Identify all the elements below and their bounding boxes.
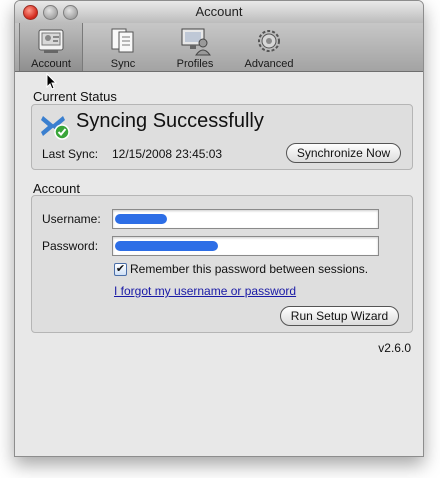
sync-docs-icon: [111, 28, 134, 53]
close-button[interactable]: [23, 5, 38, 20]
password-label: Password:: [42, 239, 99, 253]
tab-profiles[interactable]: Profiles: [165, 23, 225, 71]
zoom-button[interactable]: [63, 5, 78, 20]
profiles-icon: [181, 28, 211, 56]
account-panel: Username: Password: ✔ Remember this pass…: [31, 195, 413, 333]
last-sync-label: Last Sync:: [42, 147, 99, 161]
title-bar: Account: [15, 1, 423, 23]
forgot-credentials-link[interactable]: I forgot my username or password: [114, 284, 296, 298]
window-title: Account: [195, 4, 243, 19]
toolbar: Account Sync Profiles Advanced: [15, 23, 423, 72]
account-heading: Account: [33, 181, 80, 196]
username-redaction: [115, 214, 167, 224]
mouse-pointer-icon: [46, 73, 58, 90]
run-setup-wizard-button[interactable]: Run Setup Wizard: [280, 306, 399, 326]
preferences-window: Account Account Sync Profiles Advanced C…: [14, 0, 424, 457]
gear-icon: [258, 30, 280, 52]
sync-status-text: Syncing Successfully: [76, 110, 264, 132]
password-redaction: [115, 241, 218, 251]
tab-sync-label: Sync: [110, 58, 136, 70]
last-sync-value: 12/15/2008 23:45:03: [112, 147, 223, 161]
tab-profiles-label: Profiles: [176, 58, 214, 70]
version-label: v2.6.0: [378, 341, 411, 355]
synchronize-now-button[interactable]: Synchronize Now: [286, 143, 401, 163]
remember-password-label: Remember this password between sessions.: [130, 262, 369, 276]
tab-advanced-label: Advanced: [244, 58, 294, 70]
password-field[interactable]: [112, 236, 379, 256]
remember-password-checkbox[interactable]: ✔: [114, 263, 127, 276]
account-icon: [38, 29, 64, 53]
tab-account-label: Account: [31, 58, 71, 70]
tab-account[interactable]: Account: [19, 23, 83, 71]
current-status-heading: Current Status: [33, 89, 117, 104]
username-label: Username:: [42, 212, 101, 226]
tab-sync[interactable]: Sync: [95, 23, 151, 71]
tab-advanced[interactable]: Advanced: [237, 23, 301, 71]
username-field[interactable]: [112, 209, 379, 229]
status-panel: Syncing Successfully Last Sync: 12/15/20…: [31, 104, 413, 170]
minimize-button[interactable]: [43, 5, 58, 20]
sync-success-icon: [41, 116, 70, 140]
